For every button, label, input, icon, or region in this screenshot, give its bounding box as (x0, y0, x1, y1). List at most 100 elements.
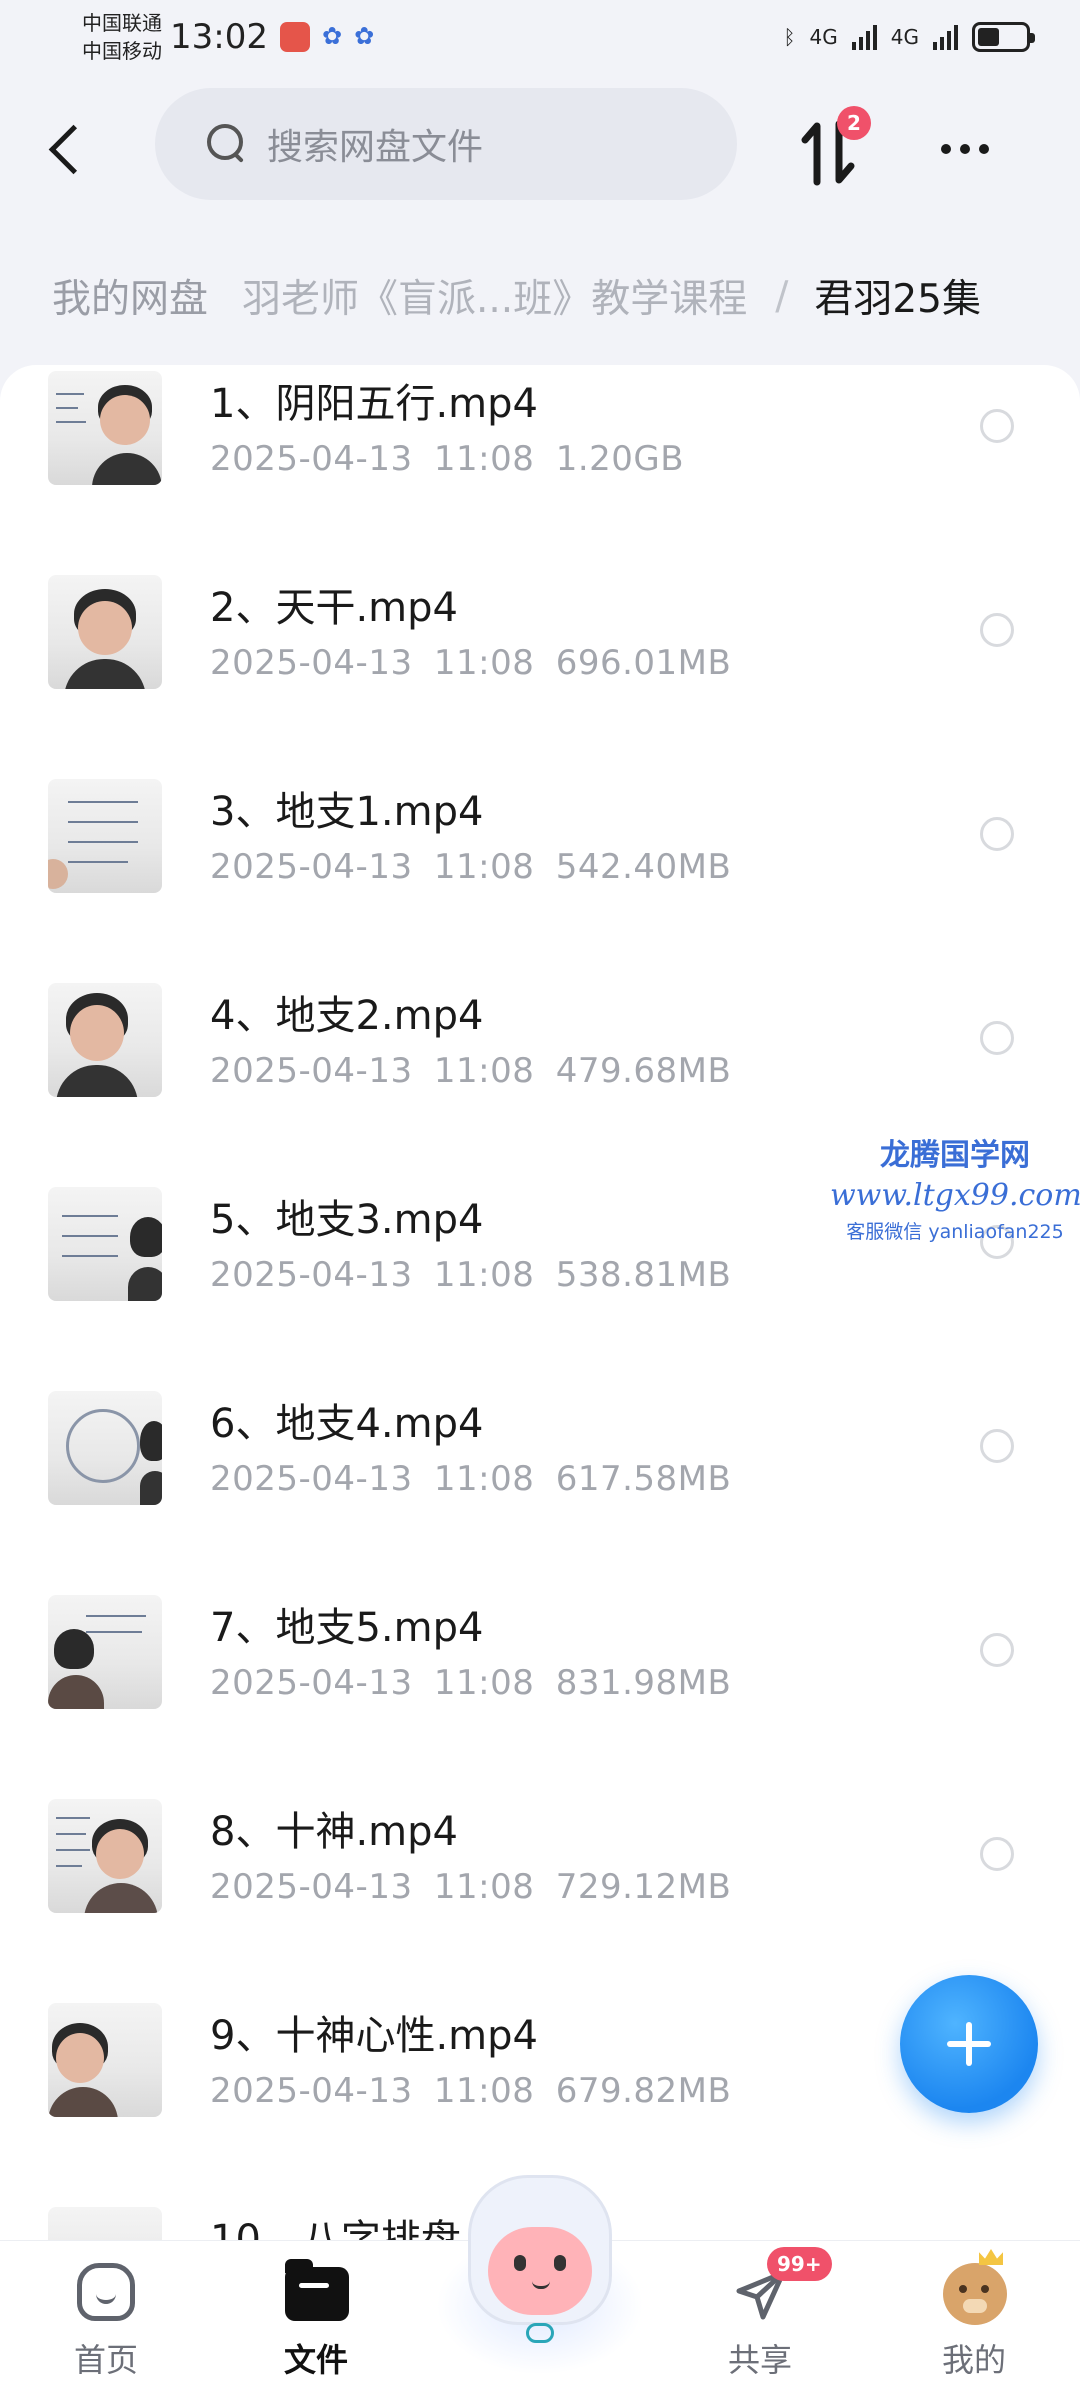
carrier-names: 中国联通 中国移动 (82, 9, 162, 65)
transfer-badge: 2 (837, 106, 871, 140)
file-meta: 2025-04-13 11:08 729.12MB (210, 1867, 731, 1907)
nav-me[interactable]: 我的 (904, 2249, 1044, 2389)
signal-icon (851, 24, 877, 50)
breadcrumb-parent[interactable]: 羽老师《盲派...班》教学课程 (242, 268, 747, 324)
nav-home-label: 首页 (73, 2341, 138, 2379)
file-row[interactable]: 6、地支4.mp4 2025-04-13 11:08 617.58MB (0, 1385, 1080, 1589)
nav-files-label: 文件 (283, 2341, 348, 2379)
file-size: 617.58MB (555, 1459, 732, 1499)
add-button[interactable] (900, 1975, 1038, 2113)
folder-icon (283, 2259, 349, 2325)
watermark-note: 客服微信 yanliaofan225 (846, 1221, 1064, 1243)
status-time: 13:02 (170, 17, 268, 57)
file-name: 8、十神.mp4 (210, 1809, 458, 1855)
file-row[interactable]: 2、天干.mp4 2025-04-13 11:08 696.01MB (0, 569, 1080, 773)
select-checkbox[interactable] (980, 1429, 1014, 1463)
more-dots-icon[interactable] (930, 124, 1000, 174)
file-date: 2025-04-13 (210, 1051, 413, 1091)
transfer-list-button[interactable]: 2 (795, 106, 871, 196)
share-badge: 99+ (767, 2247, 832, 2281)
video-thumbnail (48, 1799, 162, 1913)
file-name: 7、地支5.mp4 (210, 1605, 484, 1651)
home-icon (73, 2259, 139, 2325)
select-checkbox[interactable] (980, 1021, 1014, 1055)
file-meta: 2025-04-13 11:08 679.82MB (210, 2071, 731, 2111)
file-time: 11:08 (433, 1663, 535, 1703)
nav-me-label: 我的 (941, 2341, 1006, 2379)
file-time: 11:08 (433, 439, 535, 479)
search-icon (207, 124, 247, 164)
top-bar: 搜索网盘文件 2 (0, 80, 1080, 210)
battery-icon (972, 22, 1035, 52)
breadcrumb: 我的网盘 羽老师《盲派...班》教学课程 / 君羽25集 (0, 256, 1080, 336)
video-thumbnail (48, 1595, 162, 1709)
select-checkbox[interactable] (980, 613, 1014, 647)
file-name: 1、阴阳五行.mp4 (210, 381, 538, 427)
network-type-2: 4G (890, 25, 919, 49)
search-placeholder: 搜索网盘文件 (267, 127, 484, 168)
file-time: 11:08 (433, 1867, 535, 1907)
file-date: 2025-04-13 (210, 2071, 413, 2111)
status-indicators: ᛒ 4G 4G (784, 22, 1035, 52)
back-arrow-icon[interactable] (38, 114, 98, 184)
file-time: 11:08 (433, 1459, 535, 1499)
file-name: 10、八字排盘 (210, 2217, 461, 2240)
file-name: 3、地支1.mp4 (210, 789, 484, 835)
nav-share[interactable]: 99+ 共享 (690, 2247, 832, 2389)
file-date: 2025-04-13 (210, 1255, 413, 1295)
file-row[interactable]: 1、阴阳五行.mp4 2025-04-13 11:08 1.20GB (0, 365, 1080, 569)
file-name: 5、地支3.mp4 (210, 1197, 484, 1243)
paper-plane-icon: 99+ (727, 2247, 832, 2325)
carrier-1: 中国联通 (82, 11, 162, 35)
file-meta: 2025-04-13 11:08 696.01MB (210, 643, 731, 683)
nav-home[interactable]: 首页 (36, 2259, 176, 2389)
netdisk-file-page: 中国联通 中国移动 13:02 ✿ ✿ ᛒ 4G 4G 搜索网盘文件 2 我的网… (0, 0, 1080, 2400)
file-meta: 2025-04-13 11:08 479.68MB (210, 1051, 731, 1091)
file-row[interactable]: 3、地支1.mp4 2025-04-13 11:08 542.40MB (0, 773, 1080, 977)
watermark-url: www.ltgx99.com (830, 1178, 1080, 1213)
battery-level (978, 28, 999, 46)
cloud-logo-icon (526, 2323, 554, 2343)
select-checkbox[interactable] (980, 817, 1014, 851)
file-row[interactable]: 8、十神.mp4 2025-04-13 11:08 729.12MB (0, 1793, 1080, 1997)
file-name: 9、十神心性.mp4 (210, 2013, 538, 2059)
search-input[interactable]: 搜索网盘文件 (155, 88, 737, 200)
file-list: 1、阴阳五行.mp4 2025-04-13 11:08 1.20GB 2、天干.… (0, 365, 1080, 2240)
watermark-title: 龙腾国学网 (880, 1138, 1030, 1173)
ai-assistant-mascot[interactable] (430, 2175, 650, 2375)
select-checkbox[interactable] (980, 1633, 1014, 1667)
file-size: 1.20GB (555, 439, 685, 479)
file-size: 696.01MB (555, 643, 732, 683)
network-type-1: 4G (809, 25, 838, 49)
file-size: 479.68MB (555, 1051, 732, 1091)
select-checkbox[interactable] (980, 1837, 1014, 1871)
video-thumbnail (48, 371, 162, 485)
file-date: 2025-04-13 (210, 1867, 413, 1907)
watermark: 龙腾国学网 www.ltgx99.com 客服微信 yanliaofan225 (830, 1130, 1080, 1244)
file-name: 2、天干.mp4 (210, 585, 458, 631)
file-name: 4、地支2.mp4 (210, 993, 484, 1039)
file-name: 6、地支4.mp4 (210, 1401, 484, 1447)
breadcrumb-root[interactable]: 我的网盘 (52, 268, 208, 324)
file-date: 2025-04-13 (210, 643, 413, 683)
video-thumbnail (48, 575, 162, 689)
file-size: 831.98MB (555, 1663, 732, 1703)
file-meta: 2025-04-13 11:08 831.98MB (210, 1663, 731, 1703)
carrier-2: 中国移动 (82, 39, 162, 63)
nav-files[interactable]: 文件 (246, 2259, 386, 2389)
video-thumbnail (48, 1391, 162, 1505)
video-thumbnail (48, 1187, 162, 1301)
file-meta: 2025-04-13 11:08 617.58MB (210, 1459, 731, 1499)
breadcrumb-separator: / (775, 273, 789, 319)
file-size: 538.81MB (555, 1255, 732, 1295)
status-bar: 中国联通 中国移动 13:02 ✿ ✿ ᛒ 4G 4G (0, 0, 1080, 74)
file-size: 679.82MB (555, 2071, 732, 2111)
select-checkbox[interactable] (980, 409, 1014, 443)
video-thumbnail (48, 779, 162, 893)
file-date: 2025-04-13 (210, 439, 413, 479)
video-thumbnail (48, 2207, 162, 2240)
signal-icon-2 (933, 24, 958, 50)
file-meta: 2025-04-13 11:08 542.40MB (210, 847, 731, 887)
breadcrumb-current: 君羽25集 (814, 277, 981, 322)
file-row[interactable]: 7、地支5.mp4 2025-04-13 11:08 831.98MB (0, 1589, 1080, 1793)
